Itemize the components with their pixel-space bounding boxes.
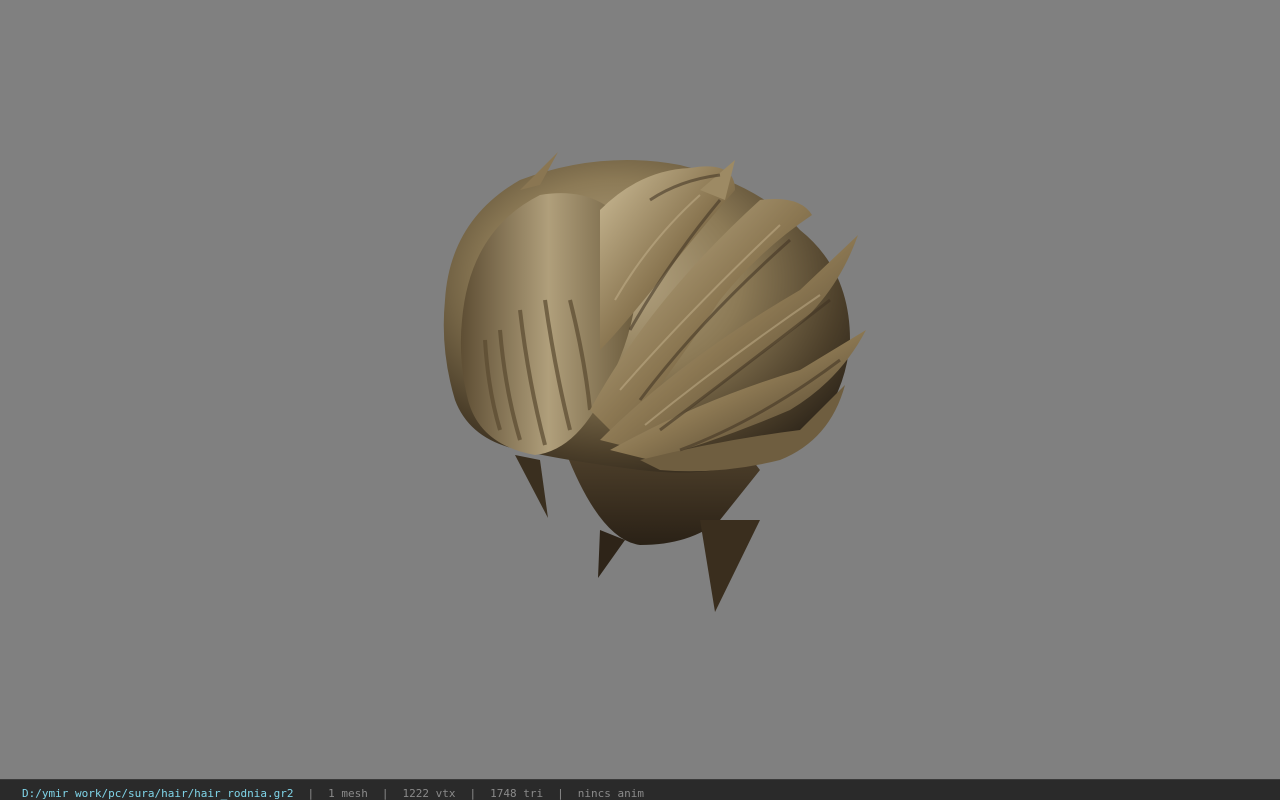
separator: | xyxy=(307,786,315,800)
vertex-count: 1222 vtx xyxy=(402,786,456,800)
3d-viewport[interactable] xyxy=(0,0,1280,779)
separator: | xyxy=(557,786,564,800)
hair-model-render[interactable] xyxy=(0,0,1280,779)
triangle-count: 1748 tri xyxy=(490,786,544,800)
separator: | xyxy=(469,786,477,800)
file-path: D:/ymir work/pc/sura/hair/hair_rodnia.gr… xyxy=(22,786,294,800)
animation-status: nincs anim xyxy=(577,786,644,800)
mesh-count: 1 mesh xyxy=(328,786,368,800)
status-bar: D:/ymir work/pc/sura/hair/hair_rodnia.gr… xyxy=(0,779,1280,800)
separator: | xyxy=(381,786,389,800)
